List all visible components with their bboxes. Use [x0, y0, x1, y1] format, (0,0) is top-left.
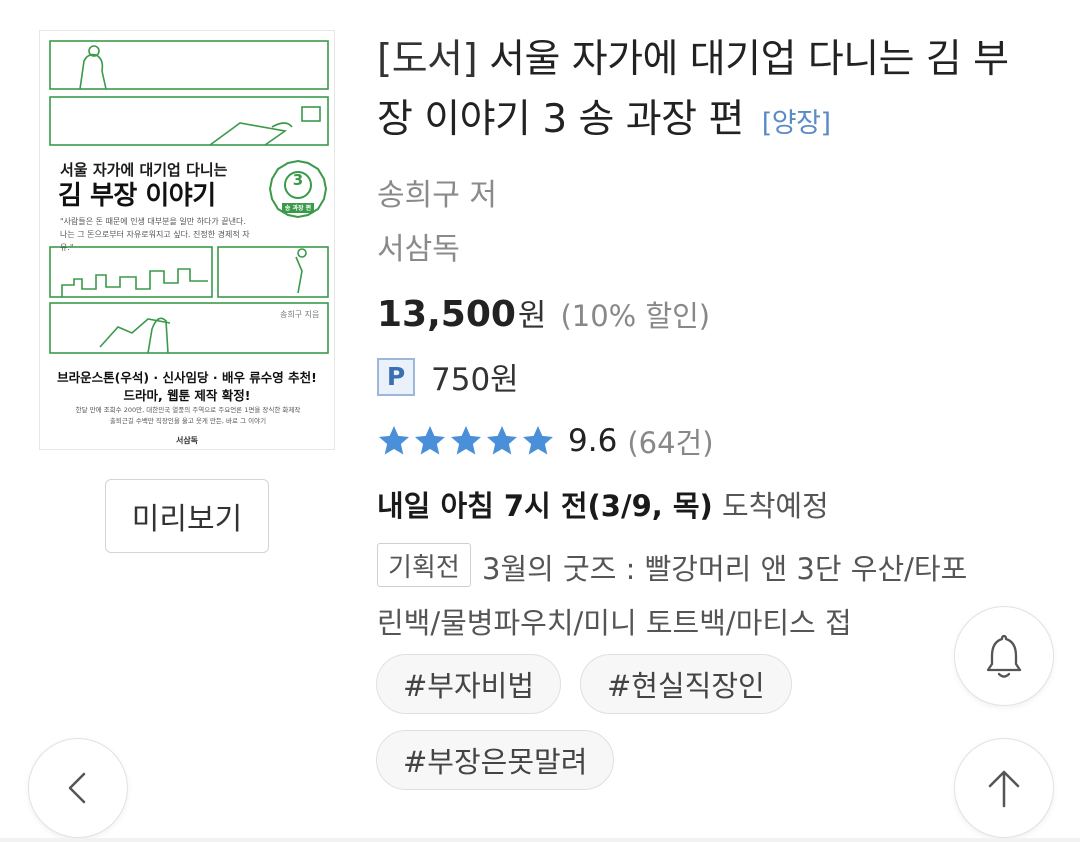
star-icon: [415, 426, 445, 455]
point-icon: P: [377, 357, 415, 396]
star-icon: [379, 426, 409, 455]
hashtag-chip[interactable]: #부자비법: [376, 654, 562, 714]
cover-description-line: 한달 만에 조회수 200만, 대한민국 열풍의 주역으로 주요언론 1면을 장…: [75, 406, 301, 414]
cover-quote-line: 나는 그 돈으로부터 자유로워지고 싶다. 진정한 경제적 자유.": [60, 230, 250, 252]
scroll-top-button[interactable]: [954, 738, 1054, 838]
rating-score: 9.6: [568, 423, 618, 459]
star-icon: [487, 426, 517, 455]
discount-rate: (10% 할인): [560, 299, 711, 333]
cover-description: 한달 만에 조회수 200만, 대한민국 열풍의 주역으로 주요언론 1면을 장…: [54, 405, 322, 427]
rating-row[interactable]: 9.6 (64건): [376, 420, 714, 462]
hashtag-chip[interactable]: #현실직장인: [580, 654, 792, 714]
star-icon: [451, 426, 481, 455]
cover-volume-number: 3: [292, 171, 304, 189]
back-button[interactable]: [28, 738, 128, 838]
author-link[interactable]: 송희구 저: [377, 170, 497, 214]
cover-description-line: 출퇴근길 수백만 직장인을 울고 웃게 만든, 바로 그 이야기: [109, 417, 267, 425]
star-rating: [376, 423, 556, 459]
delivery-info: 내일 아침 7시 전(3/9, 목) 도착예정: [377, 483, 829, 525]
binding-label: [양장]: [761, 108, 831, 139]
publisher-link[interactable]: 서삼독: [377, 224, 460, 268]
cover-quote: "사람들은 돈 때문에 인생 대부분을 일만 하다가 끝낸다. 나는 그 돈으로…: [60, 215, 260, 254]
point-row: P 750원: [377, 354, 519, 399]
notification-button[interactable]: [954, 606, 1054, 706]
price-unit: 원: [517, 298, 547, 334]
sale-price: 13,500: [377, 294, 516, 335]
review-count[interactable]: (64건): [627, 420, 713, 462]
cover-promo: 브라운스톤(우석) · 신사임당 · 배우 류수영 추천!: [57, 370, 317, 385]
hashtag-chip[interactable]: #부장은못말려: [376, 730, 615, 790]
price-row: 13,500 원 (10% 할인): [377, 290, 710, 335]
bell-icon: [986, 634, 1022, 678]
delivery-status: 도착예정: [722, 489, 829, 523]
cover-promo: 드라마, 웹툰 제작 확정!: [123, 388, 251, 403]
cover-quote-line: "사람들은 돈 때문에 인생 대부분을 일만 하다가 끝낸다.: [60, 217, 246, 226]
event-tag: 기획전: [377, 543, 471, 587]
point-amount: 750원: [431, 362, 519, 398]
chevron-left-icon: [68, 772, 86, 804]
category-label: [도서]: [377, 37, 478, 82]
cover-author: 송희구 지음: [280, 310, 320, 319]
cover-publisher: 서삼독: [175, 436, 199, 445]
cover-volume-label: 송 과장 편: [284, 205, 312, 212]
book-cover-image[interactable]: 서울 자가에 대기업 다니는 김 부장 이야기 3 송 과장 편 "사람들은 돈…: [39, 30, 335, 450]
product-title: [도서] 서울 자가에 대기업 다니는 김 부장 이야기 3 송 과장 편 [양…: [377, 30, 1037, 154]
arrow-up-icon: [988, 770, 1020, 808]
cover-title: 김 부장 이야기: [58, 181, 216, 211]
bottom-divider: [0, 838, 1080, 842]
preview-button[interactable]: 미리보기: [105, 479, 269, 553]
delivery-date: 내일 아침 7시 전(3/9, 목): [377, 489, 713, 523]
star-icon: [523, 426, 553, 455]
